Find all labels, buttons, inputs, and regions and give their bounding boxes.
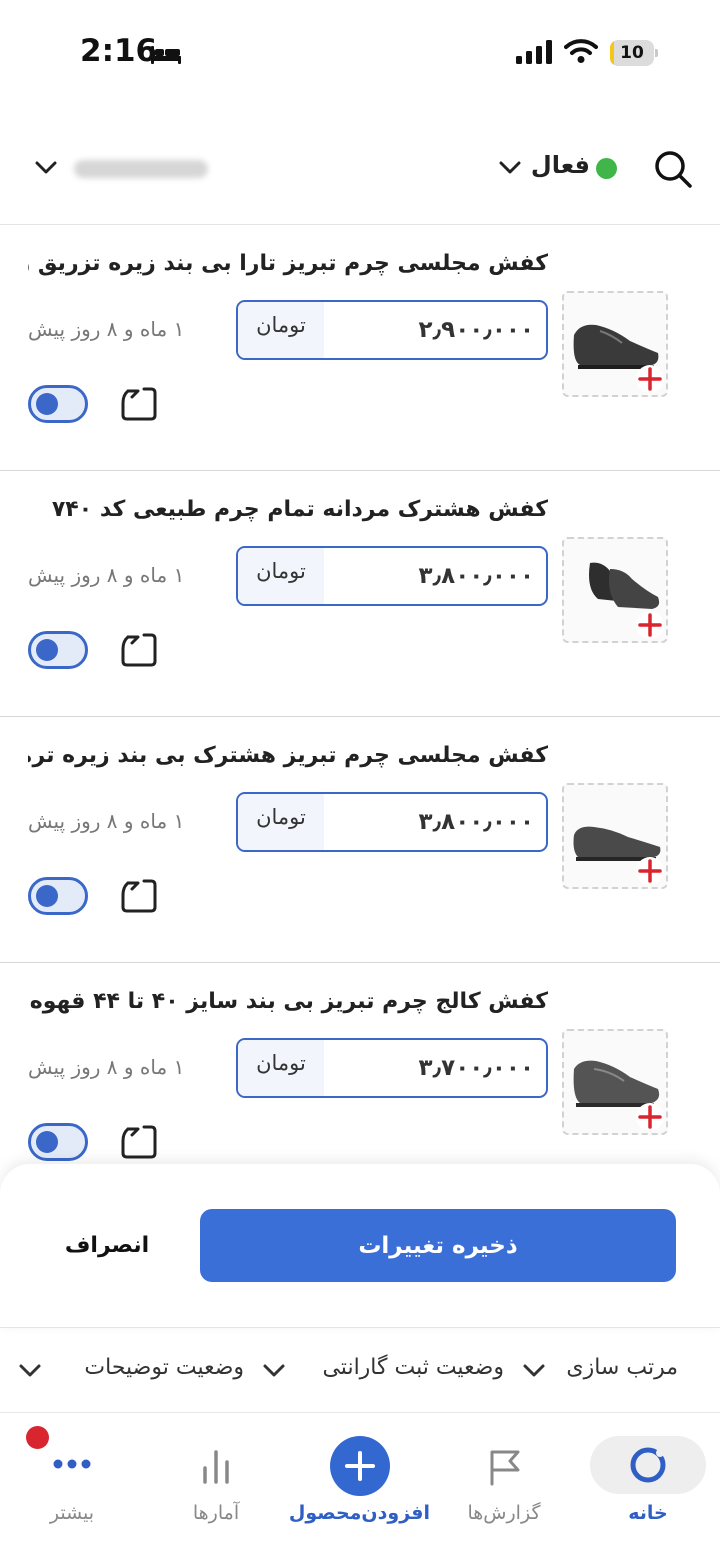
shoe-image [589, 562, 660, 609]
bar-chart-icon [203, 1450, 229, 1484]
description-status-dropdown[interactable]: وضعیت توضیحات [18, 1351, 244, 1391]
nav-reports[interactable]: گزارش‌ها [434, 1414, 574, 1561]
add-image-icon[interactable] [636, 1103, 664, 1131]
currency-label: تومان [238, 794, 324, 850]
price-value[interactable]: ۳٫۷۰۰٫۰۰۰ [334, 1040, 534, 1096]
product-title[interactable]: کفش مجلسی چرم تبریز تارا بی بند زیره تزر… [28, 251, 548, 276]
flag-icon [490, 1450, 520, 1486]
updated-time: ۱ ماه و ۸ روز پیش [28, 563, 185, 587]
add-product-button [330, 1436, 390, 1496]
chevron-down-icon [263, 1364, 285, 1377]
more-dots-icon [53, 1459, 91, 1469]
cellular-signal-icon [516, 40, 552, 64]
price-input[interactable]: تومان ۳٫۸۰۰٫۰۰۰ [236, 546, 548, 606]
product-card: کفش مجلسی چرم تبریز هشترک بی بند زیره تر… [0, 717, 720, 963]
product-active-toggle[interactable] [28, 385, 88, 423]
refresh-icon[interactable] [118, 629, 160, 671]
warranty-status-label: وضعیت ثبت گارانتی [322, 1355, 504, 1380]
notification-badge [26, 1426, 49, 1449]
nav-home-label: خانه [628, 1502, 668, 1524]
toggle-knob [36, 393, 58, 415]
nav-add-product[interactable]: افزودن‌محصول [288, 1414, 430, 1561]
refresh-icon[interactable] [118, 875, 160, 917]
product-image[interactable] [562, 537, 668, 643]
updated-time: ۱ ماه و ۸ روز پیش [28, 1055, 185, 1079]
status-filter-dropdown[interactable]: فعال [498, 148, 624, 190]
refresh-icon[interactable] [118, 1121, 160, 1163]
price-value[interactable]: ۳٫۸۰۰٫۰۰۰ [334, 794, 534, 850]
currency-label: تومان [238, 1040, 324, 1096]
description-status-label: وضعیت توضیحات [84, 1355, 244, 1380]
save-changes-button[interactable]: ذخیره تغییرات [200, 1209, 676, 1282]
chevron-down-icon [19, 1364, 41, 1377]
nav-home[interactable]: خانه [578, 1414, 718, 1561]
nav-reports-label: گزارش‌ها [467, 1502, 541, 1524]
price-input[interactable]: تومان ۲٫۹۰۰٫۰۰۰ [236, 300, 548, 360]
updated-time: ۱ ماه و ۸ روز پیش [28, 317, 185, 341]
bottom-navigation: خانه گزارش‌ها افزودن‌محصول آمارها [0, 1414, 720, 1561]
shoe-image [573, 1060, 660, 1107]
nav-more-label: بیشتر [49, 1502, 95, 1524]
price-input[interactable]: تومان ۳٫۷۰۰٫۰۰۰ [236, 1038, 548, 1098]
battery-indicator: 10 [610, 40, 658, 66]
product-active-toggle[interactable] [28, 877, 88, 915]
blurred-shop-name [74, 160, 208, 178]
chevron-down-icon [35, 161, 57, 174]
product-title[interactable]: کفش مجلسی چرم تبریز هشترک بی بند زیره تر… [28, 743, 548, 768]
currency-label: تومان [238, 548, 324, 604]
product-card: کفش مجلسی چرم تبریز تارا بی بند زیره تزر… [0, 225, 720, 471]
chevron-down-icon [523, 1364, 545, 1377]
add-image-icon[interactable] [636, 611, 664, 639]
sort-filter-row: مرتب سازی وضعیت ثبت گارانتی وضعیت توضیحا… [0, 1329, 720, 1413]
cancel-button[interactable]: انصراف [40, 1209, 174, 1282]
updated-time: ۱ ماه و ۸ روز پیش [28, 809, 185, 833]
product-active-toggle[interactable] [28, 1123, 88, 1161]
save-changes-sheet: ذخیره تغییرات انصراف [0, 1164, 720, 1328]
product-active-toggle[interactable] [28, 631, 88, 669]
product-image[interactable] [562, 783, 668, 889]
nav-stats[interactable]: آمارها [146, 1414, 286, 1561]
nav-add-product-label: افزودن‌محصول [288, 1502, 430, 1524]
product-title[interactable]: کفش هشترک مردانه تمام چرم طبیعی کد ۷۴۰ [28, 497, 548, 522]
toggle-knob [36, 885, 58, 907]
sleep-focus-icon [151, 46, 181, 64]
toggle-knob [36, 1131, 58, 1153]
toggle-knob [36, 639, 58, 661]
sort-dropdown[interactable]: مرتب سازی [522, 1351, 678, 1391]
price-value[interactable]: ۳٫۸۰۰٫۰۰۰ [334, 548, 534, 604]
status-filter-label: فعال [530, 151, 590, 179]
filter-header: فعال [0, 128, 720, 225]
product-image[interactable] [562, 291, 668, 397]
currency-label: تومان [238, 302, 324, 358]
price-value[interactable]: ۲٫۹۰۰٫۰۰۰ [334, 302, 534, 358]
shop-filter-dropdown[interactable] [34, 148, 214, 190]
plus-icon [345, 1451, 375, 1481]
warranty-status-dropdown[interactable]: وضعیت ثبت گارانتی [262, 1351, 504, 1391]
add-image-icon[interactable] [636, 857, 664, 885]
shoe-image [573, 324, 659, 369]
add-image-icon[interactable] [636, 365, 664, 393]
home-ring-icon [630, 1447, 666, 1483]
shoe-image [573, 826, 661, 861]
wifi-icon [564, 39, 598, 63]
active-status-dot [596, 158, 617, 179]
battery-percent: 10 [620, 43, 644, 63]
nav-more[interactable]: بیشتر [2, 1414, 142, 1561]
search-icon[interactable] [652, 148, 694, 190]
product-card: کفش هشترک مردانه تمام چرم طبیعی کد ۷۴۰ ت… [0, 471, 720, 717]
product-title[interactable]: کفش کالج چرم تبریز بی بند سایز ۴۰ تا ۴۴ … [28, 989, 548, 1014]
nav-stats-label: آمارها [192, 1502, 240, 1524]
sort-label: مرتب سازی [566, 1355, 678, 1380]
clock: 2:16 [80, 33, 158, 69]
refresh-icon[interactable] [118, 383, 160, 425]
price-input[interactable]: تومان ۳٫۸۰۰٫۰۰۰ [236, 792, 548, 852]
status-bar: 2:16 10 [0, 0, 720, 105]
chevron-down-icon [499, 161, 521, 174]
product-image[interactable] [562, 1029, 668, 1135]
